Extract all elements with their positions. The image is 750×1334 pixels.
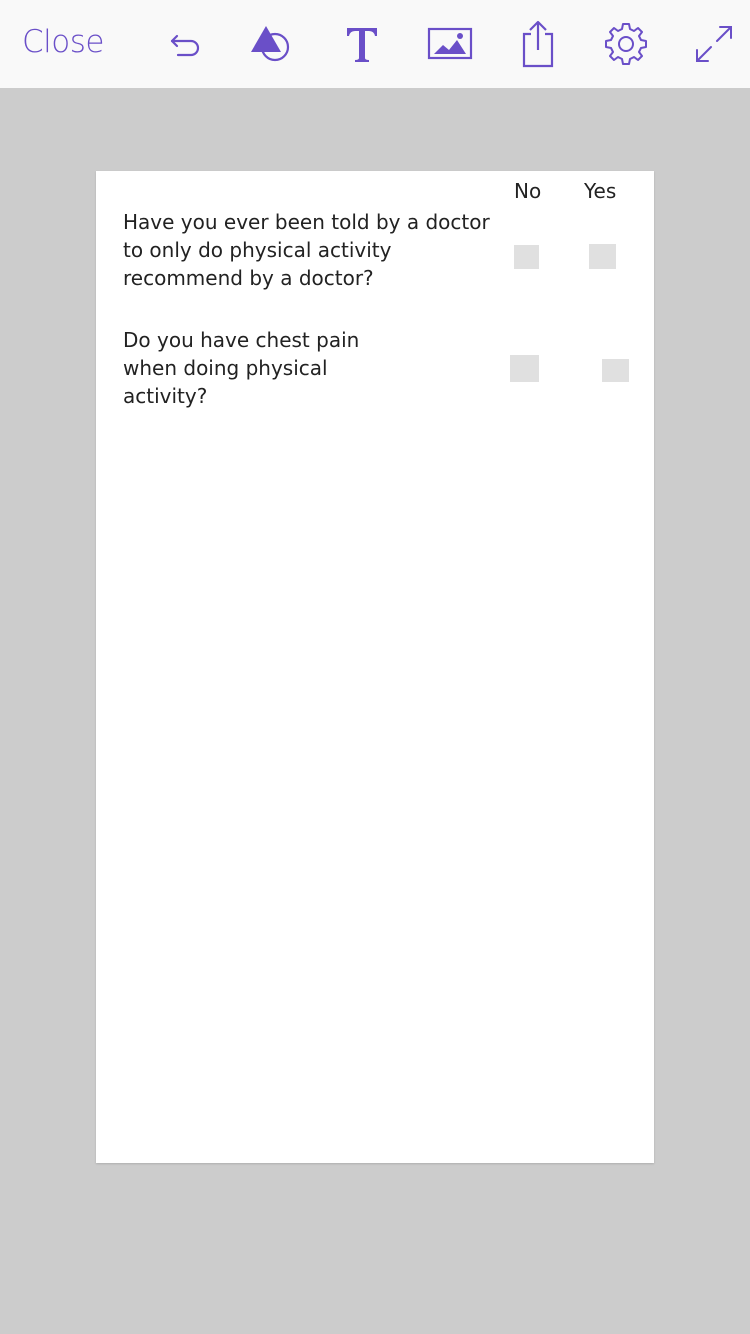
settings-gear-icon — [605, 23, 647, 65]
close-button[interactable]: Close — [22, 22, 104, 62]
fullscreen-expand-icon — [696, 26, 732, 62]
question-1-line-2: to only do physical activity — [123, 238, 392, 262]
text-tool-button[interactable] — [336, 18, 388, 70]
question-1-line-1: Have you ever been told by a doctor — [123, 210, 490, 234]
question-2-no-checkbox[interactable] — [510, 355, 539, 382]
top-toolbar: Close — [0, 0, 750, 88]
settings-button[interactable] — [600, 18, 652, 70]
share-icon — [522, 20, 554, 68]
question-1-line-3: recommend by a doctor? — [123, 266, 374, 290]
fullscreen-button[interactable] — [688, 18, 740, 70]
question-1: Have you ever been told by a doctor to o… — [123, 208, 490, 292]
question-1-yes-checkbox[interactable] — [589, 244, 616, 269]
column-header-no: No — [514, 179, 542, 203]
share-button[interactable] — [512, 18, 564, 70]
image-icon — [427, 27, 473, 60]
question-2: Do you have chest pain when doing physic… — [123, 326, 359, 410]
question-2-line-3: activity? — [123, 384, 208, 408]
insert-image-button[interactable] — [424, 18, 476, 70]
question-2-line-1: Do you have chest pain — [123, 328, 360, 352]
document-page: No Yes Have you ever been told by a doct… — [96, 171, 654, 1163]
column-header-yes: Yes — [584, 179, 617, 203]
shapes-button[interactable] — [246, 18, 298, 70]
question-2-yes-checkbox[interactable] — [602, 359, 629, 382]
text-tool-icon — [347, 28, 377, 62]
question-1-no-checkbox[interactable] — [514, 245, 539, 269]
undo-button[interactable] — [160, 18, 212, 70]
shapes-icon — [251, 26, 290, 62]
undo-icon — [170, 34, 200, 57]
question-2-line-2: when doing physical — [123, 356, 328, 380]
